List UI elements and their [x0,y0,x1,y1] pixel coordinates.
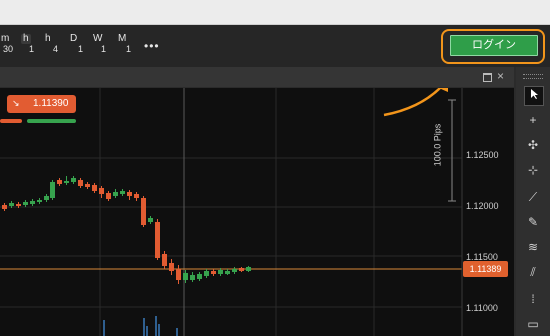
drawing-toolbar: + ✣ ⊹ ⟋ ✎ ≋ ⫽ ⁞ ▭ [516,67,550,336]
volume-bar [155,316,157,336]
candle-body [197,274,202,279]
volume-bar [103,320,105,336]
volume-bar [158,324,160,336]
volume-bar [146,326,148,336]
pips-range-label: 100.0 Pips [432,123,443,167]
candle-body [169,263,174,271]
candle-body [190,275,195,280]
candle-body [232,269,237,272]
ticker-price-badge[interactable]: ↘ 1.11390 [7,95,76,113]
grid [0,88,462,336]
sell-ratio-bar [0,119,22,123]
crosshair-icon[interactable]: + [524,111,542,129]
candle-body [225,271,230,274]
grid-icon[interactable]: ⁞ [524,290,542,308]
ticker-price: 1.11390 [33,98,69,109]
candle-body [246,267,251,271]
maximize-icon[interactable] [483,73,492,82]
candle-body [120,191,125,194]
browser-strip [0,0,550,25]
pitchfork-icon[interactable]: ⫽ [524,263,542,281]
chart-panel-header [0,67,514,87]
candle-body [99,188,104,194]
timeframe-h4[interactable]: h4 [45,34,58,55]
candle-body [204,271,209,276]
candle-body [57,180,62,184]
more-timeframes-button[interactable]: ••• [144,39,160,53]
measure-icon[interactable]: ⊹ [524,161,542,179]
candle-body [44,196,49,200]
brush-icon[interactable]: ✎ [524,213,542,231]
candle-body [92,185,97,191]
toolbar-grip [523,74,543,79]
candle-body [218,270,223,274]
timeframe-d1[interactable]: D1 [70,34,83,55]
candle-body [211,271,216,274]
candle-body [127,192,132,196]
volume-bars [103,316,178,336]
trend-down-icon: ↘ [12,98,20,108]
candle-body [183,273,188,280]
candle-body [9,203,14,206]
candle-body [37,200,42,202]
timeframe-h1[interactable]: h1 [21,34,34,54]
timeframe-m30[interactable]: m 30 [1,34,13,55]
candle-body [78,180,83,186]
candle-body [134,194,139,198]
candle-body [16,204,21,206]
rectangle-icon[interactable]: ▭ [524,315,542,333]
candle-body [176,269,181,280]
candle-body [50,182,55,198]
volume-bar [176,328,178,336]
candle-body [141,198,146,225]
tutorial-arrow [383,88,442,117]
current-price-tag: 1.11389 [463,261,508,277]
candle-body [155,222,160,258]
candle-body [106,193,111,199]
login-button[interactable]: ログイン [450,35,538,56]
candle-body [30,201,35,204]
volume-bar [143,318,145,336]
candle-body [162,254,167,266]
timeframe-mn1[interactable]: M1 [118,34,131,55]
candle-body [148,218,153,222]
candle-body [71,178,76,182]
candle-body [23,202,28,205]
candlesticks [2,176,251,284]
y-axis-label: 1.11000 [466,303,498,313]
move-icon[interactable]: ✣ [524,136,542,154]
buy-ratio-bar [27,119,76,123]
fib-icon[interactable]: ≋ [524,238,542,256]
candle-body [85,184,90,187]
close-icon[interactable]: × [497,69,504,83]
candle-body [113,192,118,196]
candle-body [64,181,69,183]
y-axis-label: 1.12500 [466,150,499,160]
timeframe-w1[interactable]: W1 [93,34,106,55]
trendline-icon[interactable]: ⟋ [524,188,542,206]
candle-body [239,268,244,271]
candle-body [2,205,7,209]
cursor-icon[interactable] [524,86,544,106]
y-axis-label: 1.12000 [466,201,499,211]
